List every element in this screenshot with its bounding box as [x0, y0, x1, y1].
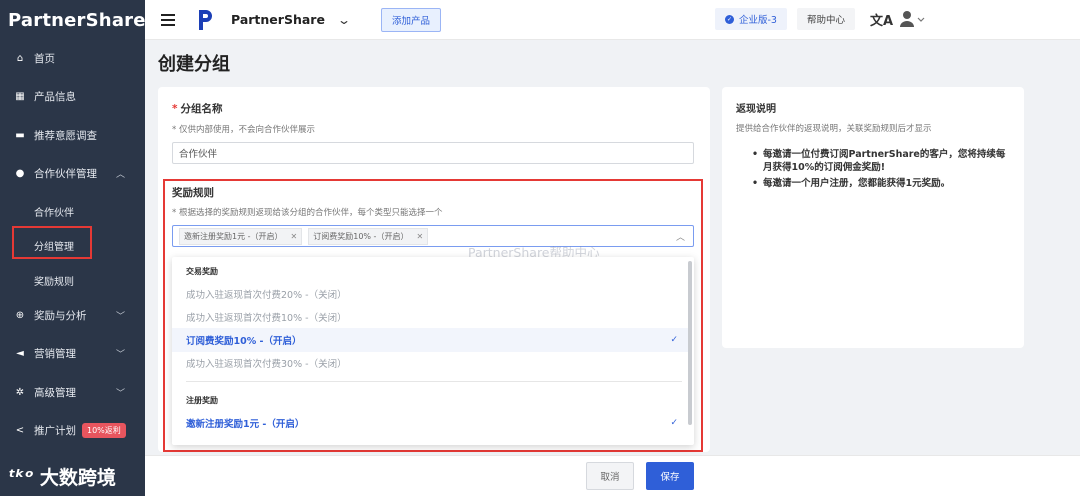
- selected-tag: 订阅费奖励10% -（开启） ✕: [308, 227, 429, 245]
- sidebar-item-label: 奖励与分析: [34, 309, 87, 322]
- chevron-up-icon: ︿: [115, 169, 125, 180]
- add-product-button[interactable]: 添加产品: [380, 7, 441, 32]
- chat-icon: ▬: [15, 129, 25, 141]
- save-button[interactable]: 保存: [646, 462, 694, 490]
- sidebar-item-home[interactable]: ⌂ 首页: [0, 40, 145, 76]
- rules-label: 奖励规则: [172, 187, 214, 199]
- grid-icon: ▦: [15, 90, 25, 102]
- list-item: 每邀请一个用户注册，您都能获得1元奖励。: [752, 177, 1014, 190]
- dropdown-scrollbar[interactable]: [688, 261, 692, 425]
- group-name-hint: * 仅供内部使用，不会向合作伙伴展示: [172, 125, 315, 135]
- sidebar-item-label: 产品信息: [34, 90, 76, 103]
- help-center-button[interactable]: 帮助中心: [797, 8, 856, 30]
- dropdown-group-title: 交易奖励: [186, 267, 218, 276]
- sidebar-item-label: 高级管理: [34, 386, 76, 399]
- sidebar-item-marketing[interactable]: ◄ 营销管理 ﹀: [0, 335, 145, 371]
- watermark-logo: ᵗᵏᵒ 大数跨境: [8, 463, 116, 490]
- menu-toggle-icon[interactable]: [161, 13, 175, 26]
- dropdown-option[interactable]: 成功入驻返现首次付费20% -（关闭）: [172, 282, 690, 306]
- rules-hint: * 根据选择的奖励规则返现给该分组的合作伙伴，每个类型只能选择一个: [172, 208, 443, 218]
- close-icon[interactable]: ✕: [416, 232, 423, 241]
- sidebar-item-label: 首页: [34, 52, 55, 65]
- gear-icon: ✲: [15, 386, 25, 398]
- rules-multiselect[interactable]: 邀新注册奖励1元 -（开启） ✕ 订阅费奖励10% -（开启） ✕ ︿: [172, 225, 694, 247]
- chevron-up-icon[interactable]: ︿: [676, 230, 685, 243]
- check-circle-icon: ✓: [725, 14, 734, 24]
- chevron-down-icon[interactable]: ⌄: [337, 13, 351, 27]
- sidebar-item-partners[interactable]: ● 合作伙伴管理 ︿: [0, 155, 145, 191]
- megaphone-icon: ◄: [16, 347, 24, 359]
- dropdown-option-selected[interactable]: 邀新注册奖励1元 -（开启） ✓: [172, 411, 690, 435]
- watermark-brand: 大数跨境: [39, 467, 116, 489]
- edition-label: 企业版-3: [739, 15, 777, 26]
- chevron-down-icon: ﹀: [115, 349, 125, 360]
- brand-logo-icon: [197, 9, 213, 31]
- list-item: 每邀请一位付费订阅PartnerShare的客户，您将持续每月获得10%的订阅佣…: [752, 148, 1014, 174]
- user-menu-icon[interactable]: [900, 10, 928, 28]
- group-name-label: * 分组名称: [172, 103, 223, 115]
- dropdown-group-title: 注册奖励: [186, 396, 218, 405]
- sidebar-item-label: 推荐意愿调查: [34, 129, 97, 142]
- cashback-bullets: 每邀请一位付费订阅PartnerShare的客户，您将持续每月获得10%的订阅佣…: [752, 148, 1014, 193]
- plus-circle-icon: ⊕: [15, 309, 25, 321]
- language-icon[interactable]: 文A: [870, 10, 893, 29]
- sidebar-item-promotion[interactable]: < 推广计划 10%返利: [0, 412, 145, 448]
- top-header: PartnerShare ⌄ 添加产品: [145, 0, 1080, 40]
- sidebar: PartnerShare ⌂ 首页 ▦ 产品信息 ▬ 推荐意愿调查 ● 合作伙伴…: [0, 0, 145, 496]
- brand-name[interactable]: PartnerShare: [231, 12, 325, 27]
- dropdown-option-selected[interactable]: 订阅费奖励10% -（开启） ✓: [172, 328, 690, 352]
- sidebar-item-label: 合作伙伴管理: [34, 167, 97, 180]
- sidebar-item-rewards[interactable]: ⊕ 奖励与分析 ﹀: [0, 297, 145, 333]
- sidebar-item-label: 推广计划: [34, 424, 76, 437]
- group-name-input[interactable]: 合作伙伴: [172, 142, 694, 164]
- sidebar-item-survey[interactable]: ▬ 推荐意愿调查: [0, 117, 145, 153]
- cancel-button[interactable]: 取消: [586, 462, 634, 490]
- sidebar-subitem-rules[interactable]: 奖励规则: [34, 273, 74, 288]
- check-icon: ✓: [670, 335, 678, 345]
- user-icon: ●: [15, 167, 25, 179]
- dropdown-option[interactable]: 成功入驻返现首次付费30% -（关闭）: [172, 351, 690, 375]
- sidebar-item-label: 营销管理: [34, 347, 76, 360]
- page-title: 创建分组: [158, 54, 230, 75]
- sidebar-logo: PartnerShare: [8, 9, 146, 31]
- cashback-subtitle: 提供给合作伙伴的返现说明，关联奖励规则后才显示: [736, 124, 932, 134]
- watermark-mark: ᵗᵏᵒ: [8, 465, 34, 488]
- sidebar-subitem-groups[interactable]: 分组管理: [34, 238, 74, 253]
- dropdown-divider: [186, 381, 682, 382]
- sidebar-item-products[interactable]: ▦ 产品信息: [0, 78, 145, 114]
- sidebar-subitem-partners[interactable]: 合作伙伴: [34, 204, 74, 219]
- promo-badge: 10%返利: [82, 422, 126, 438]
- chevron-down-icon: ﹀: [115, 311, 125, 322]
- selected-tag: 邀新注册奖励1元 -（开启） ✕: [179, 227, 303, 245]
- sidebar-item-advanced[interactable]: ✲ 高级管理 ﹀: [0, 374, 145, 410]
- home-icon: ⌂: [16, 52, 24, 64]
- rules-dropdown: 交易奖励 成功入驻返现首次付费20% -（关闭） 成功入驻返现首次付费10% -…: [172, 257, 694, 445]
- check-icon: ✓: [670, 418, 678, 428]
- edition-badge[interactable]: ✓ 企业版-3: [715, 8, 787, 30]
- close-icon[interactable]: ✕: [291, 232, 298, 241]
- cashback-title: 返现说明: [736, 104, 776, 115]
- chevron-down-icon: ﹀: [115, 388, 125, 399]
- share-icon: <: [15, 424, 25, 436]
- dropdown-option[interactable]: 成功入驻返现首次付费10% -（关闭）: [172, 305, 690, 329]
